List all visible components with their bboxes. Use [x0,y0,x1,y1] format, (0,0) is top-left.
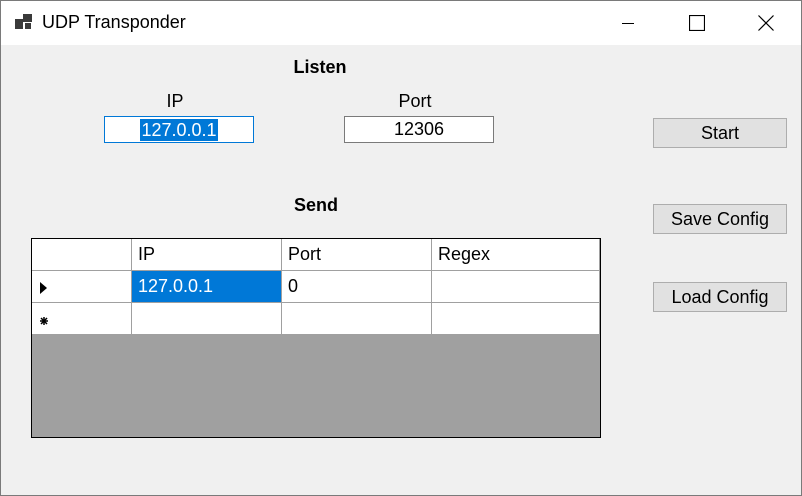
grid-corner-header[interactable] [32,239,132,271]
listen-port-input[interactable]: 12306 [344,116,494,143]
listen-port-value: 12306 [393,119,445,139]
grid-cell-regex[interactable] [432,271,600,303]
triangle-right-icon [40,282,47,294]
app-icon [15,14,32,29]
new-row-cell-ip[interactable] [132,303,282,335]
close-icon [758,15,774,31]
grid-cell-ip[interactable]: 127.0.0.1 [132,271,282,303]
row-header-current[interactable] [32,271,132,303]
listen-ip-value: 127.0.0.1 [140,118,218,141]
column-header-port[interactable]: Port [282,239,432,271]
maximize-button[interactable] [662,1,732,45]
listen-heading: Listen [293,57,347,77]
new-row-cell-port[interactable] [282,303,432,335]
main-window: UDP Transponder Listen IP Port 127.0.0.1… [0,0,802,496]
asterisk-icon [40,317,48,325]
load-config-button[interactable]: Load Config [653,282,787,312]
minimize-button[interactable] [593,1,663,45]
minimize-icon [622,23,634,24]
title-bar[interactable]: UDP Transponder [1,1,801,45]
send-heading: Send [293,195,338,215]
listen-ip-input[interactable]: 127.0.0.1 [104,116,254,143]
save-config-button[interactable]: Save Config [653,204,787,234]
close-button[interactable] [731,1,801,45]
listen-port-label: Port [398,91,432,111]
window-title: UDP Transponder [42,12,186,32]
listen-ip-label: IP [166,91,184,111]
maximize-icon [689,15,705,31]
row-header-new[interactable] [32,303,132,335]
column-header-ip[interactable]: IP [132,239,282,271]
column-header-regex[interactable]: Regex [432,239,600,271]
start-button[interactable]: Start [653,118,787,148]
new-row-cell-regex[interactable] [432,303,600,335]
send-data-grid[interactable]: IP Port Regex 127.0.0.1 0 [31,238,601,438]
grid-cell-port[interactable]: 0 [282,271,432,303]
